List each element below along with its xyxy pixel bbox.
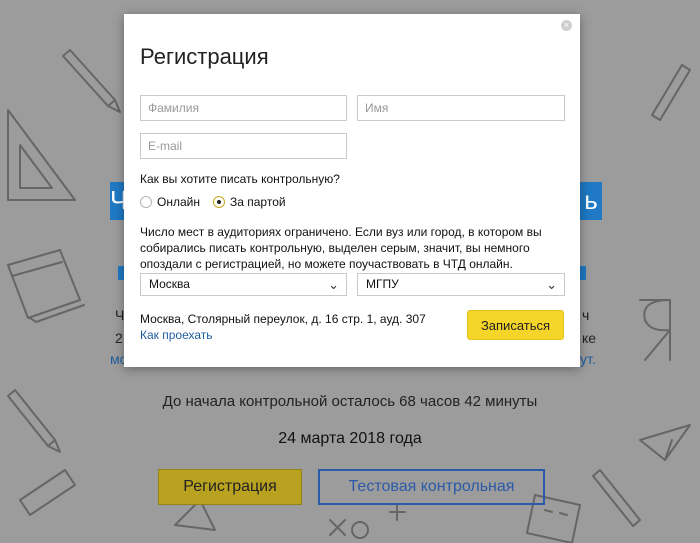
- name-field[interactable]: [357, 95, 565, 121]
- pencil-icon-4: [592, 469, 641, 527]
- format-question: Как вы хотите писать контрольную?: [140, 172, 340, 186]
- radio-desk-circle[interactable]: [213, 196, 225, 208]
- banner-left: Ч: [110, 182, 124, 220]
- venue-select-value: МГПУ: [366, 277, 399, 291]
- registration-modal: × Регистрация Как вы хотите писать контр…: [124, 14, 580, 367]
- countdown-text: До начала контрольной осталось 68 часов …: [162, 393, 538, 410]
- bg-link-right[interactable]: ут.: [580, 351, 596, 367]
- notebook-icon: [7, 249, 85, 323]
- venue-address: Москва, Столярный переулок, д. 16 стр. 1…: [140, 312, 426, 326]
- directions-link[interactable]: Как проехать: [140, 328, 213, 342]
- city-select-value: Москва: [149, 277, 190, 291]
- surname-field[interactable]: [140, 95, 347, 121]
- email-field[interactable]: [140, 133, 347, 159]
- modal-title: Регистрация: [140, 44, 269, 69]
- chevron-down-icon: ⌄: [546, 277, 557, 292]
- radio-online-circle[interactable]: [140, 196, 152, 208]
- venue-select[interactable]: МГПУ ⌄: [357, 273, 565, 296]
- bg-text-left-1: Ч: [115, 307, 125, 323]
- ruler-icon: [7, 109, 76, 201]
- event-date: 24 марта 2018 года: [278, 430, 422, 447]
- chevron-down-icon: ⌄: [328, 277, 339, 292]
- letter-ya-icon: [639, 299, 671, 361]
- bg-text-right-1: ч: [582, 307, 590, 323]
- radio-online-label: Онлайн: [157, 195, 200, 209]
- radio-online[interactable]: Онлайн: [140, 195, 200, 209]
- pencil-icon: [62, 49, 121, 113]
- bg-text-right-2: ке: [582, 330, 597, 346]
- close-icon[interactable]: ×: [561, 20, 572, 31]
- banner-right-underline: [580, 266, 586, 280]
- capacity-info: Число мест в аудиториях ограничено. Если…: [140, 225, 542, 271]
- test-exam-button[interactable]: Тестовая контрольная: [318, 469, 545, 505]
- pencil-icon-3: [651, 64, 691, 121]
- radio-desk[interactable]: За партой: [213, 195, 286, 209]
- banner-right: ь: [580, 182, 602, 220]
- shapes-icon: [174, 499, 406, 539]
- bg-text-left-2: 2: [115, 330, 123, 346]
- ruler-icon-2: [19, 469, 76, 516]
- submit-button[interactable]: Записаться: [467, 310, 564, 340]
- radio-desk-label: За партой: [230, 195, 286, 209]
- city-select[interactable]: Москва ⌄: [140, 273, 347, 296]
- register-button[interactable]: Регистрация: [158, 469, 302, 505]
